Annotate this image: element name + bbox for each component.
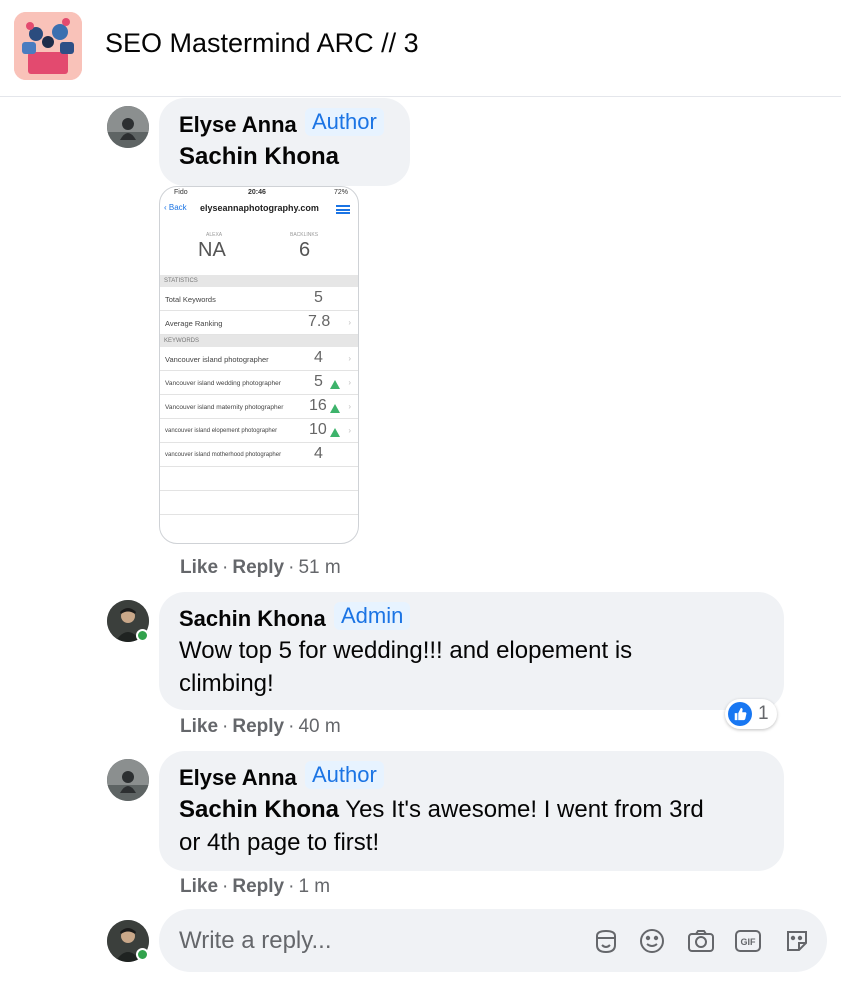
keyword-rank: 10 bbox=[309, 421, 327, 438]
camera-icon[interactable] bbox=[686, 926, 716, 956]
comment-bubble-2: Sachin Khona Admin Wow top 5 for wedding… bbox=[159, 592, 784, 710]
mention-link[interactable]: Sachin Khona bbox=[179, 143, 339, 170]
comment-timestamp[interactable]: 40 m bbox=[298, 716, 340, 737]
domain-label: elyseannaphotography.com bbox=[200, 203, 319, 213]
carrier-label: Fido bbox=[174, 189, 188, 196]
keyword-row: vancouver island motherhood photographer… bbox=[160, 443, 358, 467]
reply-composer: GIF bbox=[159, 909, 827, 972]
comment-text-line: climbing! bbox=[179, 670, 274, 697]
comment-author[interactable]: Sachin Khona bbox=[179, 606, 326, 632]
reply-button[interactable]: Reply bbox=[232, 716, 284, 737]
keyword-row: vancouver island elopement photographer … bbox=[160, 419, 358, 443]
keyword-label: Vancouver island wedding photographer bbox=[165, 380, 281, 387]
comment-bubble-3: Elyse Anna Author Sachin Khona Yes It's … bbox=[159, 751, 784, 871]
avatar-elyse-anna[interactable] bbox=[107, 759, 149, 801]
stat-value: 5 bbox=[314, 289, 323, 306]
empty-row bbox=[160, 467, 358, 491]
chevron-right-icon: › bbox=[348, 426, 351, 435]
attachment-screenshot[interactable]: Fido 20:46 72% ‹ Back elyseannaphotograp… bbox=[159, 186, 359, 544]
back-label: Back bbox=[168, 203, 187, 212]
group-title[interactable]: SEO Mastermind ARC // 3 bbox=[105, 28, 419, 59]
chevron-right-icon: › bbox=[348, 354, 351, 363]
backlinks-label: BACKLINKS bbox=[290, 232, 319, 238]
alexa-label: ALEXA bbox=[206, 232, 223, 238]
empty-row bbox=[160, 491, 358, 515]
keyword-row: Vancouver island wedding photographer 5 … bbox=[160, 371, 358, 395]
keyword-row: Vancouver island photographer 4 › bbox=[160, 347, 358, 371]
keyword-rank: 16 bbox=[309, 397, 327, 414]
author-badge: Author bbox=[305, 761, 384, 789]
menu-icon bbox=[336, 205, 350, 214]
keyword-label: vancouver island motherhood photographer bbox=[165, 452, 282, 458]
reply-button[interactable]: Reply bbox=[232, 876, 284, 897]
online-status-indicator bbox=[136, 629, 149, 642]
comment-text-line: Wow top 5 for wedding!!! and elopement i… bbox=[179, 637, 633, 664]
reply-button[interactable]: Reply bbox=[232, 557, 284, 578]
comment-bubble-1: Elyse Anna Author Sachin Khona bbox=[159, 98, 410, 186]
admin-badge: Admin bbox=[334, 602, 411, 630]
comment-text-line: or 4th page to first! bbox=[179, 829, 380, 856]
up-arrow-icon bbox=[330, 428, 340, 437]
statistics-header: STATISTICS bbox=[160, 275, 358, 287]
comment-author[interactable]: Elyse Anna bbox=[179, 765, 297, 791]
like-button[interactable]: Like bbox=[180, 876, 218, 897]
status-time: 20:46 bbox=[248, 189, 266, 196]
author-badge: Author bbox=[305, 108, 384, 136]
keyword-rank: 4 bbox=[314, 445, 323, 462]
gif-icon[interactable]: GIF bbox=[733, 926, 763, 956]
svg-text:GIF: GIF bbox=[741, 937, 757, 947]
reaction-summary[interactable]: 1 bbox=[725, 699, 777, 729]
keyword-label: Vancouver island photographer bbox=[165, 355, 269, 364]
alexa-value: NA bbox=[198, 239, 226, 261]
online-status-indicator bbox=[136, 948, 149, 961]
chevron-right-icon: › bbox=[348, 378, 351, 387]
comment-timestamp[interactable]: 51 m bbox=[298, 557, 340, 578]
chevron-right-icon: › bbox=[348, 318, 351, 327]
comment-text: Wow top 5 for wedding!!! and elopement i… bbox=[179, 634, 769, 700]
up-arrow-icon bbox=[330, 380, 340, 389]
battery-label: 72% bbox=[333, 189, 348, 196]
mention-link[interactable]: Sachin Khona bbox=[179, 796, 339, 823]
chevron-right-icon: › bbox=[348, 402, 351, 411]
reply-input[interactable] bbox=[179, 926, 559, 956]
keyword-rank: 5 bbox=[314, 373, 323, 390]
comment-timestamp[interactable]: 1 m bbox=[298, 876, 330, 897]
back-button: ‹ Back bbox=[164, 203, 187, 212]
comment-text: Sachin Khona bbox=[179, 140, 339, 173]
avatar-elyse-anna[interactable] bbox=[107, 106, 149, 148]
up-arrow-icon bbox=[330, 404, 340, 413]
keyword-label: vancouver island elopement photographer bbox=[165, 428, 278, 434]
sticker-icon[interactable] bbox=[782, 926, 812, 956]
comment-text-line: Yes It's awesome! I went from 3rd bbox=[339, 796, 704, 823]
stat-label: Average Ranking bbox=[165, 319, 223, 328]
comment-actions-2: Like · Reply · 40 m bbox=[180, 716, 341, 737]
phone-nav-bar: ‹ Back elyseannaphotography.com bbox=[160, 200, 358, 220]
like-icon bbox=[728, 702, 752, 726]
group-header: SEO Mastermind ARC // 3 bbox=[0, 0, 841, 97]
phone-status-bar: Fido 20:46 72% bbox=[160, 187, 358, 199]
keywords-header: KEYWORDS bbox=[160, 335, 358, 347]
keyword-row: Vancouver island maternity photographer … bbox=[160, 395, 358, 419]
like-button[interactable]: Like bbox=[180, 557, 218, 578]
backlinks-value: 6 bbox=[299, 239, 311, 261]
stat-row: Average Ranking 7.8 › bbox=[160, 311, 358, 335]
avatar-sticker-icon[interactable] bbox=[591, 926, 621, 956]
reaction-count: 1 bbox=[758, 703, 769, 724]
stat-row: Total Keywords 5 bbox=[160, 287, 358, 311]
emoji-icon[interactable] bbox=[637, 926, 667, 956]
keyword-label: Vancouver island maternity photographer bbox=[165, 404, 284, 411]
stat-label: Total Keywords bbox=[165, 295, 216, 304]
comment-actions-1: Like · Reply · 51 m bbox=[180, 557, 341, 578]
comment-author[interactable]: Elyse Anna bbox=[179, 112, 297, 138]
comment-text: Sachin Khona Yes It's awesome! I went fr… bbox=[179, 793, 769, 859]
like-button[interactable]: Like bbox=[180, 716, 218, 737]
comment-actions-3: Like · Reply · 1 m bbox=[180, 876, 331, 897]
group-thumbnail[interactable] bbox=[14, 12, 82, 80]
keyword-rank: 4 bbox=[314, 349, 323, 366]
stat-value: 7.8 bbox=[308, 313, 331, 330]
